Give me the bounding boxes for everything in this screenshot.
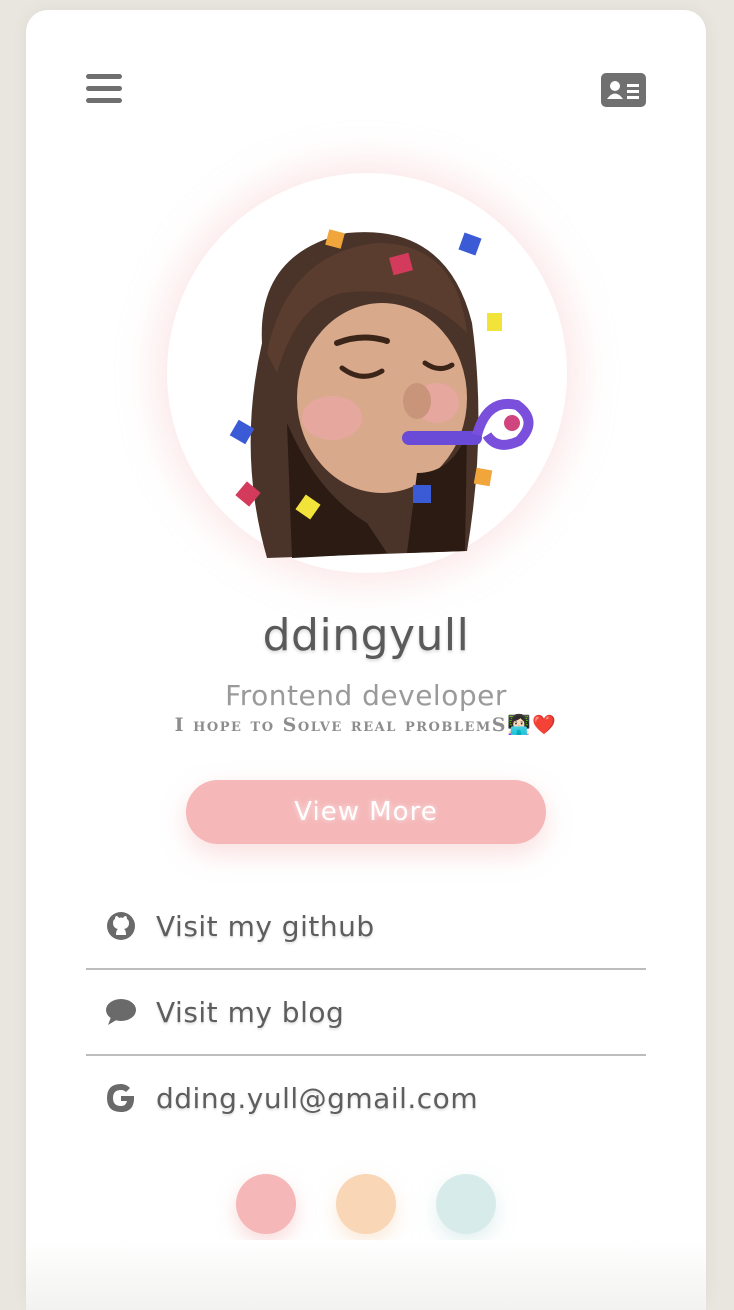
theme-dot-peach[interactable] — [336, 1174, 396, 1234]
bottom-fade — [26, 1240, 706, 1310]
email-link[interactable]: dding.yull@gmail.com — [86, 1056, 646, 1140]
blog-link[interactable]: Visit my blog — [86, 970, 646, 1056]
tagline-emoji: 👩🏻‍💻❤️ — [507, 714, 558, 736]
profile-card: ddingyull Frontend developer I hope to S… — [26, 10, 706, 1310]
chat-bubble-icon — [104, 995, 138, 1029]
hamburger-menu-icon[interactable] — [86, 74, 122, 106]
theme-dot-pink[interactable] — [236, 1174, 296, 1234]
avatar — [167, 173, 567, 573]
tagline-text: I hope to Solve real problemS — [174, 714, 508, 736]
github-icon — [104, 909, 138, 943]
email-link-label: dding.yull@gmail.com — [156, 1081, 479, 1115]
memoji-avatar-icon — [229, 229, 534, 558]
google-icon — [104, 1081, 138, 1115]
github-link[interactable]: Visit my github — [86, 884, 646, 970]
github-link-label: Visit my github — [156, 909, 375, 943]
profile-role: Frontend developer — [225, 679, 507, 712]
profile-name: ddingyull — [262, 610, 470, 661]
view-more-button[interactable]: View More — [186, 780, 546, 844]
profile-tagline: I hope to Solve real problemS👩🏻‍💻❤️ — [26, 713, 706, 736]
theme-dot-mint[interactable] — [436, 1174, 496, 1234]
links-list: Visit my github Visit my blog dding.yull… — [86, 884, 646, 1140]
blog-link-label: Visit my blog — [156, 995, 345, 1029]
contact-card-icon[interactable] — [601, 73, 646, 107]
